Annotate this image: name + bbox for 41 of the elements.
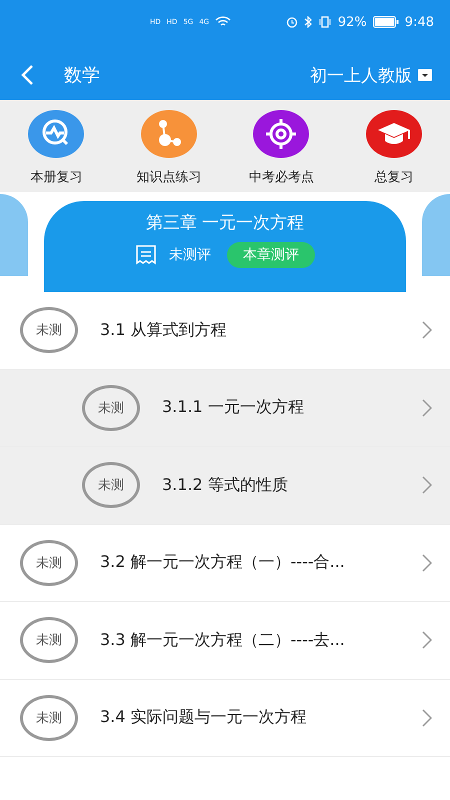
chevron-right-icon [422,631,432,650]
section-title: 3.3 解一元一次方程（二）----去... [100,630,346,651]
battery-percent: 92% [338,14,367,30]
battery-icon [372,16,399,28]
status-badge: 未测 [20,617,78,664]
chevron-right-icon [422,554,432,572]
status-badge: 未测 [82,462,140,508]
alarm-icon [286,16,298,28]
section-row[interactable]: 未测 3.1.1 一元一次方程 [0,370,450,447]
status-badge: 未测 [20,307,78,354]
section-title: 3.2 解一元一次方程（一）----合... [100,552,346,574]
vibrate-icon [318,16,332,28]
chevron-right-icon [422,321,432,340]
status-badge: 未测 [82,384,140,431]
section-title: 3.1.2 等式的性质 [162,474,289,496]
chevron-right-icon [422,476,432,494]
chapter-title: 第三章 一元一次方程 [146,212,304,234]
status-badge: 未测 [20,540,78,586]
shortcut-button[interactable]: 知识点练习 [112,106,225,186]
shortcut-button[interactable]: 总复习 [338,106,450,186]
shortcut-button[interactable]: 本册复习 [0,106,112,186]
section-title: 3.1 从算式到方程 [100,320,228,341]
clock: 9:48 [404,14,434,30]
section-row[interactable]: 未测 3.1.2 等式的性质 [0,447,450,524]
bluetooth-icon [304,16,312,28]
section-title: 3.1.1 一元一次方程 [162,397,305,418]
section-row[interactable]: 未测 3.2 解一元一次方程（一）----合... [0,524,450,602]
page-title: 数学 [64,64,101,87]
chevron-right-icon [422,708,432,727]
receipt-icon [135,244,157,266]
section-row[interactable]: 未测 3.4 实际问题与一元一次方程 [0,680,450,757]
wifi-icon [215,16,232,28]
next-card[interactable] [422,194,450,276]
status-badge: 未测 [20,694,78,741]
prev-card[interactable] [0,194,28,276]
chevron-right-icon [422,398,432,417]
back-icon[interactable] [20,64,34,86]
dropdown-icon [418,69,432,81]
test-status: 未测评 [169,246,211,264]
shortcut-button[interactable]: 中考必考点 [225,106,338,186]
section-title: 3.4 实际问题与一元一次方程 [100,707,308,728]
